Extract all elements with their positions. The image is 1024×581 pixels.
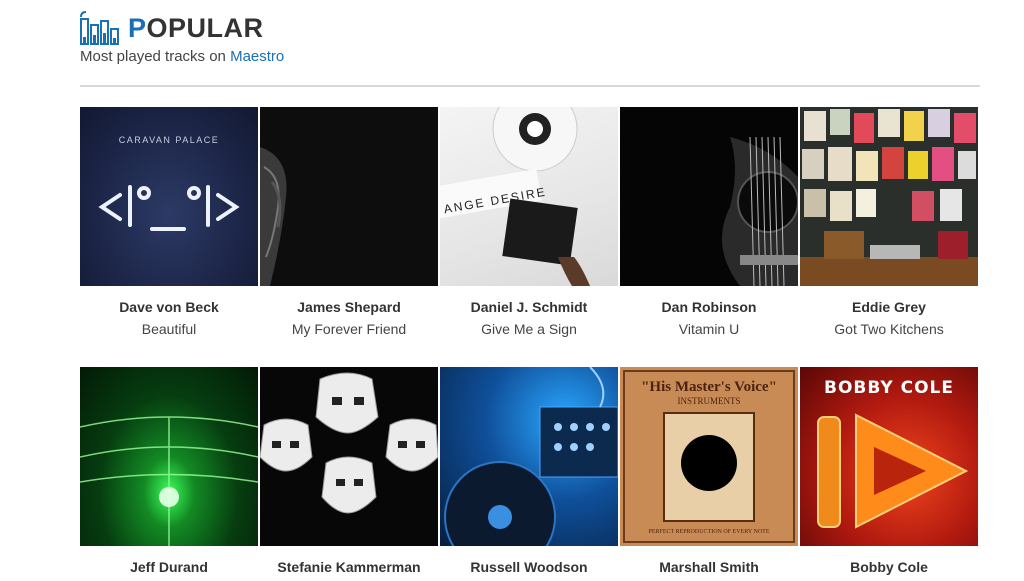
artist-name[interactable]: Jeff Durand <box>80 559 258 575</box>
light-burst-icon <box>80 416 258 546</box>
artist-name[interactable]: Bobby Cole <box>800 559 978 575</box>
title-rest: OPULAR <box>146 12 264 43</box>
track-title[interactable]: My Forever Friend <box>260 321 438 337</box>
play-arrow-icon: BOBBY COLE <box>817 378 969 529</box>
maestro-link[interactable]: Maestro <box>230 48 284 65</box>
cover-text: CARAVAN PALACE <box>119 135 220 145</box>
page-header: POPULAR Most played tracks on Maestro <box>80 10 980 65</box>
artist-name[interactable]: Dave von Beck <box>80 299 258 315</box>
cover-text: BOBBY COLE <box>824 378 954 398</box>
album-cover-vinyl-white[interactable]: ANGE DESIRE <box>440 107 618 286</box>
track-title[interactable]: Beautiful <box>80 321 258 337</box>
cover-text-2: INSTRUMENTS <box>677 396 740 406</box>
artist-name[interactable]: Eddie Grey <box>800 299 978 315</box>
artist-name[interactable]: Russell Woodson <box>440 559 618 575</box>
bar-chart-logo-icon <box>80 11 119 45</box>
track-card[interactable]: Jeff Durand <box>80 367 258 581</box>
track-title[interactable]: Vitamin U <box>620 321 798 337</box>
track-card[interactable]: Stefanie Kammerman <box>260 367 438 581</box>
page-subtitle: Most played tracks on Maestro <box>80 48 980 65</box>
track-card[interactable]: Russell Woodson <box>440 367 618 581</box>
album-cover-stormtroopers[interactable] <box>260 367 438 546</box>
tracks-row-2: Jeff Durand Stefanie Kammerman Russell W… <box>80 367 980 581</box>
track-card[interactable]: ANGE DESIRE Daniel J. Schmidt Give Me a … <box>440 107 618 337</box>
album-cover-dj-turntable[interactable] <box>440 367 618 546</box>
album-cover-bobby-cole[interactable]: BOBBY COLE <box>800 367 978 546</box>
cello-icon <box>260 147 287 286</box>
album-cover-poster-wall[interactable] <box>800 107 978 286</box>
vinyl-record-icon: ANGE DESIRE <box>440 107 590 286</box>
stormtrooper-helmet-icon <box>260 372 438 514</box>
album-cover-dark-cello[interactable] <box>260 107 438 286</box>
track-card[interactable]: James Shepard My Forever Friend <box>260 107 438 337</box>
subtitle-text: Most played tracks on <box>80 48 231 65</box>
dj-turntable-icon <box>444 367 618 546</box>
header-divider <box>80 85 980 87</box>
cover-text-3: PERFECT REPRODUCTION OF EVERY NOTE <box>648 529 769 535</box>
track-card[interactable]: Dan Robinson Vitamin U <box>620 107 798 337</box>
album-cover-guitar[interactable] <box>620 107 798 286</box>
track-card[interactable]: BOBBY COLE Bobby Cole <box>800 367 978 581</box>
robot-face-icon: CARAVAN PALACE <box>98 135 240 231</box>
album-cover-green-light[interactable] <box>80 367 258 546</box>
track-title[interactable]: Got Two Kitchens <box>800 321 978 337</box>
track-card[interactable]: CARAVAN PALACE Dave von Beck Beautiful <box>80 107 258 337</box>
track-card[interactable]: "His Master's Voice" INSTRUMENTS PERFECT… <box>620 367 798 581</box>
title-row: POPULAR <box>80 10 980 46</box>
artist-name[interactable]: Daniel J. Schmidt <box>440 299 618 315</box>
cover-text: "His Master's Voice" <box>641 379 777 395</box>
gramophone-cabinet-icon: "His Master's Voice" INSTRUMENTS PERFECT… <box>623 370 795 543</box>
artist-name[interactable]: Stefanie Kammerman <box>260 559 438 575</box>
album-cover-caravan-palace[interactable]: CARAVAN PALACE <box>80 107 258 286</box>
tracks-row-1: CARAVAN PALACE Dave von Beck Beautiful J… <box>80 107 980 337</box>
page-title: POPULAR <box>128 13 264 44</box>
track-card[interactable]: Eddie Grey Got Two Kitchens <box>800 107 978 337</box>
artist-name[interactable]: Marshall Smith <box>620 559 798 575</box>
title-first-letter: P <box>128 12 147 43</box>
track-title[interactable]: Give Me a Sign <box>440 321 618 337</box>
artist-name[interactable]: James Shepard <box>260 299 438 315</box>
acoustic-guitar-icon <box>722 136 798 286</box>
album-cover-his-masters-voice[interactable]: "His Master's Voice" INSTRUMENTS PERFECT… <box>620 367 798 546</box>
poster-wall-icon <box>800 109 978 286</box>
artist-name[interactable]: Dan Robinson <box>620 299 798 315</box>
